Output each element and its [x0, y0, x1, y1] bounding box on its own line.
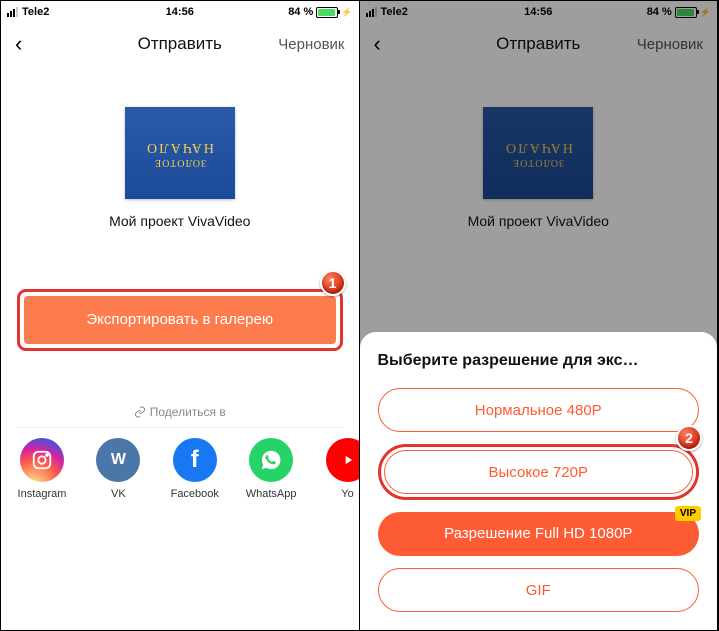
share-label: Yo [315, 488, 360, 500]
share-header: Поделиться в [17, 405, 343, 428]
youtube-icon [326, 438, 360, 482]
resolution-720p-highlight: Высокое 720P 2 [378, 444, 700, 500]
share-vk[interactable]: W VK [85, 438, 151, 500]
resolution-sheet: Выберите разрешение для экс… Нормальное … [360, 332, 718, 630]
share-section: Поделиться в Instagram W VK f Facebook [1, 405, 359, 500]
project-thumbnail[interactable]: НАЧАЛО ЗОЛОТОЕ [125, 107, 235, 199]
resolution-gif-button[interactable]: GIF [378, 568, 700, 612]
resolution-720p-button[interactable]: Высокое 720P [384, 450, 694, 494]
resolution-1080p-button[interactable]: Разрешение Full HD 1080P [378, 512, 700, 556]
export-to-gallery-button[interactable]: Экспортировать в галерею [24, 296, 336, 344]
share-label: VK [85, 488, 151, 500]
clock: 14:56 [1, 6, 359, 18]
whatsapp-icon [249, 438, 293, 482]
nav-header: ‹ Отправить Черновик [1, 23, 359, 65]
phone-screen-right: Tele2 14:56 84 % ⚡ ‹ Отправить Черновик … [360, 1, 719, 630]
share-label: WhatsApp [238, 488, 304, 500]
resolution-480p-button[interactable]: Нормальное 480P [378, 388, 700, 432]
facebook-icon: f [173, 438, 217, 482]
vip-badge: VIP [675, 506, 701, 521]
status-bar: Tele2 14:56 84 % ⚡ [1, 1, 359, 23]
share-youtube[interactable]: Yo [315, 438, 360, 500]
share-instagram[interactable]: Instagram [9, 438, 75, 500]
step-badge-1: 1 [320, 270, 346, 296]
project-name: Мой проект VivaVideo [1, 213, 359, 229]
sheet-title: Выберите разрешение для экс… [378, 352, 700, 370]
instagram-icon [20, 438, 64, 482]
battery-icon [316, 7, 338, 18]
share-whatsapp[interactable]: WhatsApp [238, 438, 304, 500]
export-highlight: Экспортировать в галерею 1 [17, 289, 343, 351]
project-preview: НАЧАЛО ЗОЛОТОЕ Мой проект VivaVideo [1, 107, 359, 229]
step-badge-2: 2 [676, 425, 702, 451]
share-label: Facebook [162, 488, 228, 500]
vk-icon: W [96, 438, 140, 482]
share-facebook[interactable]: f Facebook [162, 438, 228, 500]
page-title: Отправить [1, 34, 359, 54]
share-label: Instagram [9, 488, 75, 500]
link-icon [134, 406, 146, 418]
phone-screen-left: Tele2 14:56 84 % ⚡ ‹ Отправить Черновик … [1, 1, 360, 630]
